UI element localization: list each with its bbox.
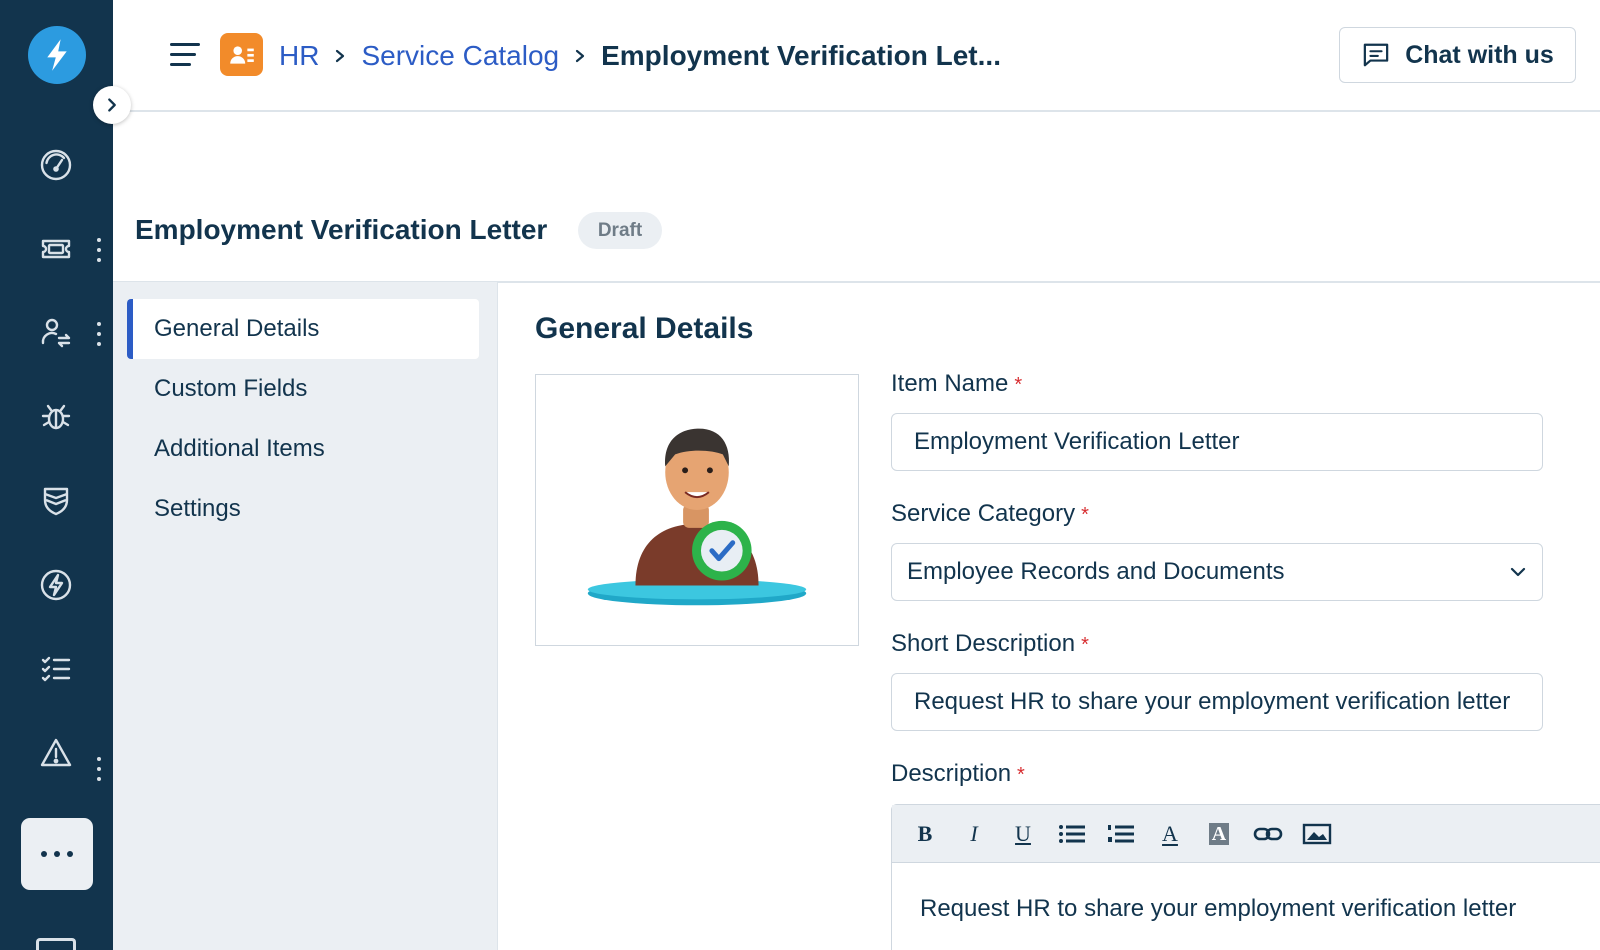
image-icon[interactable]: [1298, 815, 1336, 853]
short-description-input[interactable]: [891, 673, 1543, 731]
expand-sidebar-button[interactable]: [93, 86, 131, 124]
chevron-right-icon: [573, 49, 587, 63]
changes-icon[interactable]: [34, 311, 78, 355]
underline-icon[interactable]: U: [1004, 815, 1042, 853]
bold-icon[interactable]: B: [906, 815, 944, 853]
required-asterisk: *: [1017, 764, 1025, 786]
bullet-list-icon[interactable]: [1053, 815, 1091, 853]
status-badge: Draft: [578, 212, 662, 249]
breadcrumb: HR Service Catalog Employment Verificati…: [279, 36, 1001, 76]
section-nav-settings[interactable]: Settings: [127, 479, 479, 539]
page-title: Employment Verification Letter: [135, 214, 548, 245]
required-asterisk: *: [1081, 504, 1089, 526]
tickets-icon[interactable]: [34, 227, 78, 271]
menu-toggle-icon[interactable]: [170, 40, 202, 68]
editor-toolbar: B I U A A: [892, 805, 1600, 863]
chat-with-us-button[interactable]: Chat with us: [1339, 27, 1576, 83]
chevron-right-icon: [333, 49, 347, 63]
item-name-label-text: Item Name: [891, 370, 1009, 397]
item-image-upload[interactable]: [535, 374, 859, 646]
section-nav-label: Custom Fields: [154, 375, 308, 402]
app-logo[interactable]: [28, 26, 86, 84]
section-nav-label: Settings: [154, 495, 241, 522]
alerts-icon[interactable]: [34, 731, 78, 775]
description-label-text: Description: [891, 760, 1012, 787]
item-name-label: Item Name *: [891, 370, 1022, 398]
app-sidebar: [0, 0, 113, 950]
form-section-nav: General Details Custom Fields Additional…: [113, 282, 498, 950]
changes-more-menu[interactable]: [94, 319, 104, 349]
page-title-bar: Employment Verification Letter Draft: [113, 212, 1600, 280]
chevron-right-icon: [108, 98, 116, 112]
short-description-label-text: Short Description: [891, 630, 1076, 657]
service-category-value: Employee Records and Documents: [907, 558, 1285, 585]
automation-icon[interactable]: [34, 563, 78, 607]
releases-icon[interactable]: [34, 479, 78, 523]
section-nav-label: General Details: [154, 315, 320, 342]
chat-icon: [1363, 43, 1389, 67]
problems-icon[interactable]: [34, 395, 78, 439]
italic-icon[interactable]: I: [955, 815, 993, 853]
breadcrumb-hr-link[interactable]: HR: [279, 40, 319, 72]
lightning-logo-icon: [47, 39, 67, 71]
tickets-more-menu[interactable]: [94, 235, 104, 265]
required-asterisk: *: [1014, 374, 1023, 396]
section-nav-additional-items[interactable]: Additional Items: [127, 419, 479, 479]
verified-employee-illustration: [587, 428, 807, 606]
description-editor: B I U A A Request HR to share your emplo…: [891, 804, 1600, 950]
breadcrumb-service-catalog-link[interactable]: Service Catalog: [361, 40, 559, 72]
top-header: HR Service Catalog Employment Verificati…: [113, 0, 1600, 112]
section-nav-label: Additional Items: [154, 435, 325, 462]
font-color-icon[interactable]: A: [1151, 815, 1189, 853]
numbered-list-icon[interactable]: [1102, 815, 1140, 853]
breadcrumb-current: Employment Verification Let...: [601, 40, 1001, 71]
alerts-more-menu[interactable]: [94, 754, 104, 784]
chevron-down-icon: [1510, 567, 1526, 577]
required-asterisk: *: [1081, 634, 1089, 656]
short-description-label: Short Description *: [891, 630, 1089, 658]
service-category-label-text: Service Category: [891, 500, 1076, 527]
description-editor-content[interactable]: Request HR to share your employment veri…: [920, 895, 1516, 923]
section-title: General Details: [535, 312, 754, 345]
section-nav-custom-fields[interactable]: Custom Fields: [127, 359, 479, 419]
service-category-label: Service Category *: [891, 500, 1089, 528]
hr-workspace-icon: [220, 33, 263, 76]
tasks-icon[interactable]: [34, 647, 78, 691]
description-label: Description *: [891, 760, 1025, 788]
highlight-icon[interactable]: A: [1200, 815, 1238, 853]
chat-button-label: Chat with us: [1405, 40, 1554, 69]
dashboard-icon[interactable]: [34, 143, 78, 187]
more-apps-button[interactable]: [21, 818, 93, 890]
assets-icon[interactable]: [36, 938, 76, 950]
link-icon[interactable]: [1249, 815, 1287, 853]
section-nav-general-details[interactable]: General Details: [127, 299, 479, 359]
item-name-input[interactable]: [891, 413, 1543, 471]
service-category-select[interactable]: Employee Records and Documents: [891, 543, 1543, 601]
